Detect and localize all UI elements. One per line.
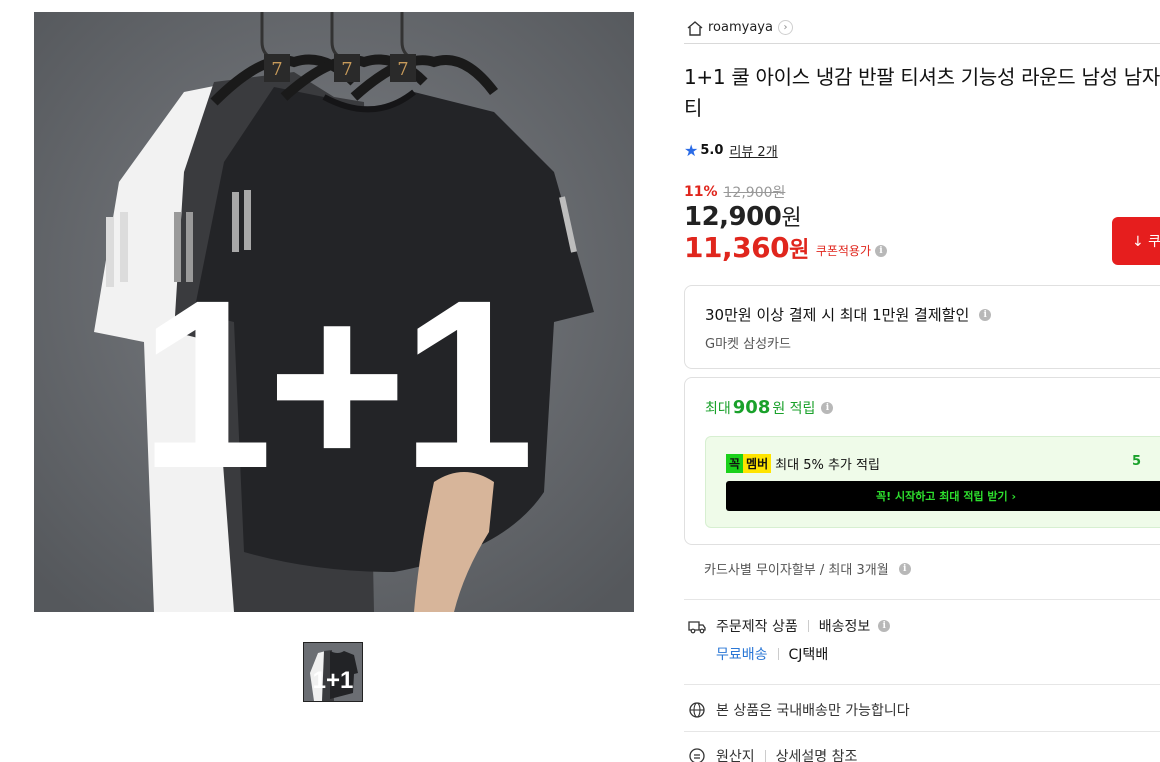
courier-label: CJ택배	[788, 647, 829, 663]
coupon-price-row: 11,360원 쿠폰적용가 i	[684, 231, 888, 264]
hanger-mark: 7	[271, 59, 282, 80]
main-product-image[interactable]: 7 7 7 1+1	[34, 12, 634, 612]
shop-name[interactable]: roamyaya	[708, 20, 773, 35]
origin-icon	[689, 748, 705, 762]
discount-rate: 11%	[684, 184, 718, 200]
origin-value: 상세설명 참조	[775, 749, 858, 762]
points-box: 최대 908 원 적립 i 꼭 멤버 최대 5% 추가 적립 5 꼭! 시작하고 …	[684, 377, 1160, 545]
points-title: 최대 908 원 적립 i	[705, 397, 834, 418]
membership-badge-member: 멤버	[743, 454, 772, 473]
membership-start-button[interactable]: 꼭! 시작하고 최대 적립 받기 ›	[726, 481, 1160, 511]
shipping-detail-row: 무료배송 CJ택배	[716, 644, 828, 664]
star-icon: ★	[684, 141, 699, 160]
globe-icon	[689, 702, 705, 718]
original-price: 12,900원	[723, 185, 786, 201]
separator	[764, 750, 766, 762]
sale-price: 12,900원	[684, 200, 802, 232]
membership-rate: 5	[1132, 454, 1142, 469]
origin-label: 원산지	[716, 749, 755, 762]
promo-overlay-text: 1+1	[139, 250, 528, 518]
installment-info: 카드사별 무이자할부 / 최대 3개월 i	[704, 559, 911, 578]
coupon-price-number: 11,360	[684, 231, 790, 264]
divider	[684, 684, 1160, 685]
product-photo: 7 7 7 1+1	[34, 12, 634, 612]
info-icon[interactable]: i	[878, 620, 891, 632]
review-count-link[interactable]: 리뷰 2개	[729, 141, 777, 160]
rating-summary: ★ 5.0 리뷰 2개	[684, 141, 778, 160]
origin-row: 원산지 상세설명 참조	[688, 746, 857, 762]
points-suffix: 원 적립	[772, 400, 816, 417]
points-amount: 908	[732, 397, 771, 418]
info-icon[interactable]: i	[979, 308, 992, 321]
thumbnail-photo: 1+1	[304, 643, 362, 701]
membership-badge-kk: 꼭	[726, 454, 744, 473]
free-shipping-label: 무료배송	[716, 647, 768, 663]
discount-row: 11% 12,900원	[684, 182, 785, 202]
shipping-info-link[interactable]: 배송정보	[819, 616, 871, 636]
divider	[684, 599, 1160, 600]
card-discount-title-row: 30만원 이상 결제 시 최대 1만원 결제할인 i	[705, 304, 992, 325]
sale-price-unit: 원	[781, 206, 802, 231]
membership-text: 최대 5% 추가 적립	[775, 458, 880, 473]
hanger-mark: 7	[397, 59, 408, 80]
coupon-download-button[interactable]: ↓ 쿠	[1112, 217, 1160, 265]
separator	[807, 620, 809, 632]
coupon-label: 쿠폰적용가	[815, 244, 872, 258]
membership-line: 꼭 멤버 최대 5% 추가 적립	[726, 454, 880, 473]
chevron-right-icon[interactable]: ›	[777, 20, 793, 35]
separator	[777, 648, 779, 660]
card-discount-title: 30만원 이상 결제 시 최대 1만원 결제할인	[705, 306, 970, 324]
sale-price-number: 12,900	[684, 202, 782, 232]
card-discount-subtitle: G마켓 삼성카드	[705, 337, 791, 352]
thumbnail-overlay-text: 1+1	[313, 667, 354, 694]
coupon-price-unit: 원	[789, 238, 809, 263]
divider	[684, 731, 1160, 732]
info-icon[interactable]: i	[898, 562, 911, 575]
hanger-mark: 7	[341, 59, 352, 80]
installment-text: 카드사별 무이자할부 / 최대 3개월	[704, 563, 889, 578]
rating-score: 5.0	[700, 143, 724, 158]
shop-link[interactable]: roamyaya ›	[684, 12, 1160, 44]
coupon-price: 11,360원	[684, 231, 809, 264]
card-discount-box[interactable]: 30만원 이상 결제 시 최대 1만원 결제할인 i G마켓 삼성카드	[684, 285, 1160, 369]
points-prefix: 최대	[705, 400, 731, 417]
product-title: 1+1 쿨 아이스 냉감 반팔 티셔츠 기능성 라운드 남성 남자 반팔티	[684, 65, 1160, 120]
made-to-order-label: 주문제작 상품	[716, 619, 798, 635]
home-icon	[687, 20, 703, 36]
membership-promo: 꼭 멤버 최대 5% 추가 적립 5 꼭! 시작하고 최대 적립 받기 ›	[705, 436, 1160, 528]
domestic-only-text: 본 상품은 국내배송만 가능합니다	[716, 703, 910, 719]
domestic-shipping-row: 본 상품은 국내배송만 가능합니다	[688, 700, 910, 720]
info-icon[interactable]: i	[821, 401, 834, 414]
truck-icon	[688, 621, 706, 634]
thumbnail-image[interactable]: 1+1	[303, 642, 363, 702]
info-icon[interactable]: i	[875, 244, 888, 257]
shipping-row: 주문제작 상품 배송정보 i	[688, 616, 891, 636]
product-info-panel: roamyaya › 1+1 쿨 아이스 냉감 반팔 티셔츠 기능성 라운드 남…	[684, 0, 1160, 762]
